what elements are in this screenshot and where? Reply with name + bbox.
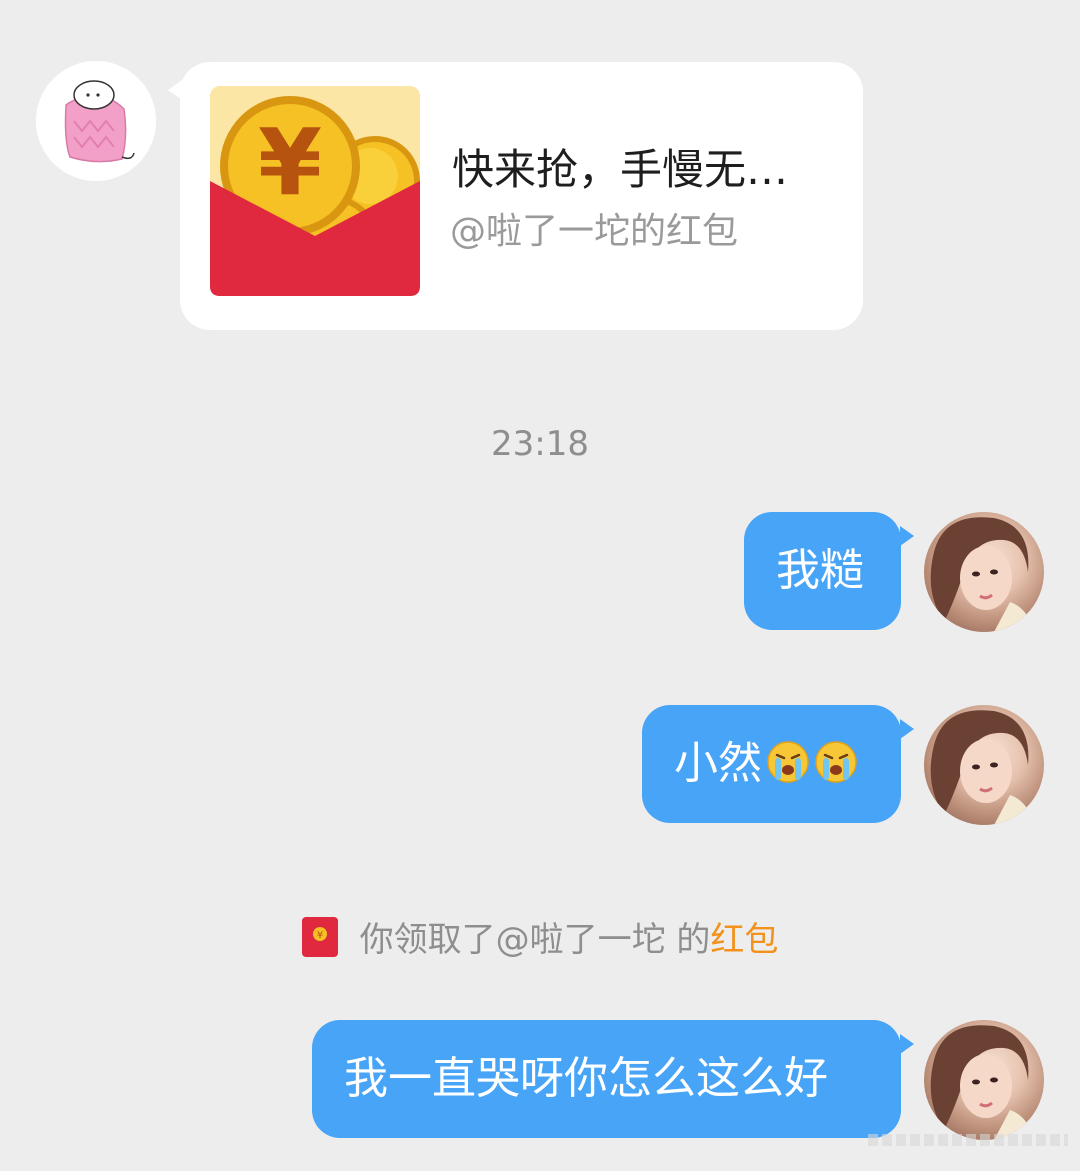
red-envelope-icon: ¥ bbox=[301, 917, 338, 957]
self-avatar[interactable] bbox=[924, 512, 1044, 632]
watermark bbox=[868, 1134, 1068, 1146]
portrait-avatar-icon bbox=[930, 710, 1034, 825]
chat-timestamp: 23:18 bbox=[491, 424, 589, 464]
message-bubble[interactable]: 我一直哭呀你怎么这么好 bbox=[312, 1020, 914, 1138]
portrait-avatar-icon bbox=[930, 1025, 1034, 1140]
red-packet-sender: @啦了一坨的红包 bbox=[450, 211, 739, 252]
loudly-crying-face-icon bbox=[815, 741, 857, 783]
svg-text:¥: ¥ bbox=[316, 930, 322, 941]
notice-text: 你领取了@啦了一坨 的 bbox=[359, 920, 711, 960]
cartoon-avatar-icon bbox=[36, 61, 156, 181]
red-packet-card[interactable]: ¥ 快来抢，手慢无… @啦了一坨的红包 bbox=[168, 62, 863, 330]
red-envelope-coins-icon: ¥ bbox=[210, 86, 420, 296]
red-packet-title: 快来抢，手慢无… bbox=[452, 145, 789, 194]
message-bubble[interactable]: 小然 bbox=[642, 705, 914, 823]
message-text: 我一直哭呀你怎么这么好 bbox=[344, 1053, 828, 1104]
portrait-avatar-icon bbox=[930, 517, 1034, 632]
self-avatar[interactable] bbox=[924, 705, 1044, 825]
message-text: 我糙 bbox=[776, 545, 864, 596]
message-bubble[interactable]: 我糙 bbox=[744, 512, 914, 630]
svg-text:¥: ¥ bbox=[258, 109, 322, 216]
message-text: 小然 bbox=[674, 738, 762, 789]
red-packet-claim-notice: ¥ 你领取了@啦了一坨 的红包 bbox=[0, 912, 1080, 961]
self-avatar[interactable] bbox=[924, 1020, 1044, 1140]
loudly-crying-face-icon bbox=[767, 741, 809, 783]
red-packet-link[interactable]: 红包 bbox=[710, 920, 778, 960]
sender-avatar[interactable] bbox=[36, 61, 156, 181]
